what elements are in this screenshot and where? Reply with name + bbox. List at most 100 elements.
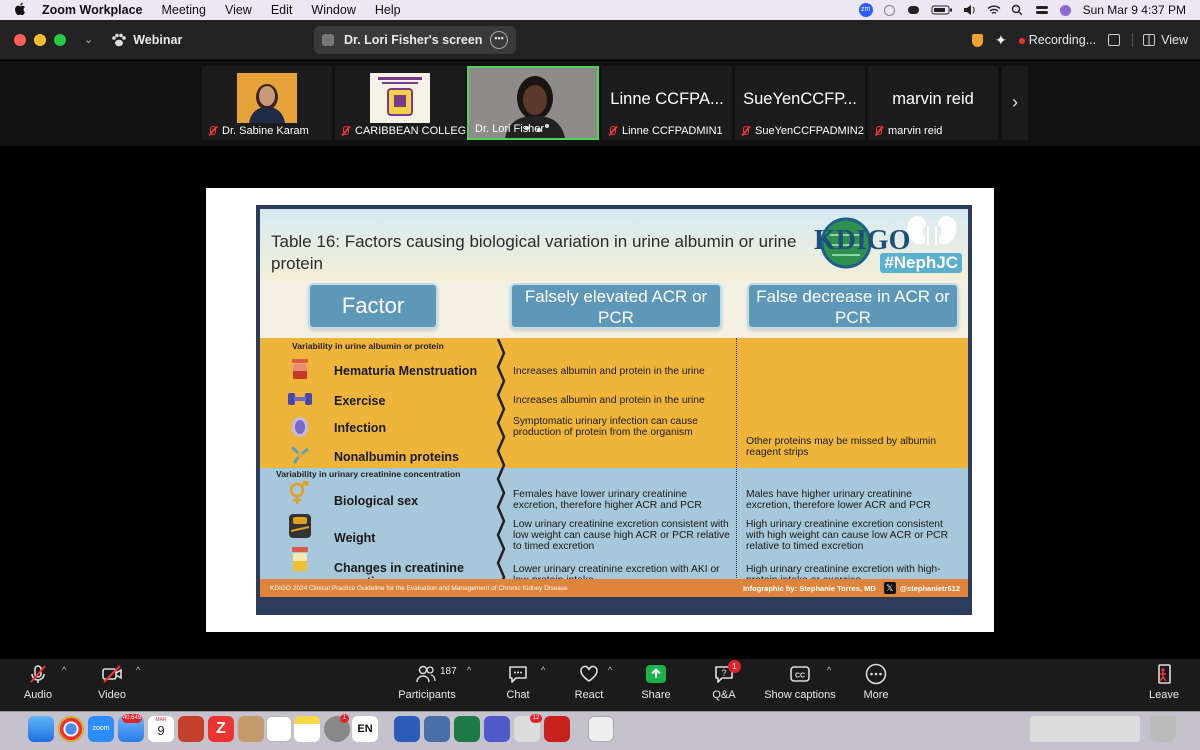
menu-help[interactable]: Help bbox=[375, 3, 401, 17]
video-options-chevron-icon[interactable]: ^ bbox=[136, 665, 140, 675]
notes-app-dock-icon[interactable] bbox=[238, 716, 264, 742]
language-input-dock-icon[interactable]: EN bbox=[352, 716, 378, 742]
audio-options-chevron-icon[interactable]: ^ bbox=[62, 665, 66, 675]
preview-dock-icon[interactable] bbox=[424, 716, 450, 742]
creative-cloud-icon[interactable] bbox=[907, 4, 921, 16]
more-button[interactable]: More bbox=[858, 659, 894, 711]
chat-options-chevron-icon[interactable]: ^ bbox=[541, 665, 545, 675]
recording-dot-icon bbox=[1018, 38, 1025, 44]
zoom-status-icon[interactable]: zm bbox=[858, 3, 873, 17]
factor-infection: Infection bbox=[334, 421, 387, 435]
wifi-icon[interactable] bbox=[987, 4, 1001, 16]
captions-options-chevron-icon[interactable]: ^ bbox=[827, 665, 831, 675]
participant-tile-caribbean-college[interactable]: CARIBBEAN COLLEG... bbox=[335, 66, 465, 140]
decrease-weight: High urinary creatinine excretion consis… bbox=[746, 519, 949, 552]
menubar-clock[interactable]: Sun Mar 9 4:37 PM bbox=[1083, 3, 1186, 17]
control-center-icon[interactable] bbox=[1035, 4, 1049, 16]
webinar-paw-icon bbox=[111, 33, 127, 47]
dumbbell-icon bbox=[288, 393, 312, 405]
next-participants-chevron-icon[interactable]: › bbox=[1002, 66, 1028, 140]
battery-icon[interactable] bbox=[931, 4, 953, 16]
menu-window[interactable]: Window bbox=[311, 3, 355, 17]
participant-name: CARIBBEAN COLLEG... bbox=[341, 125, 465, 137]
macos-dock: zoom 40,649 MAR 9 Z 1 EN 12 bbox=[0, 711, 1200, 750]
leave-button[interactable]: Leave bbox=[1146, 659, 1182, 711]
participant-tile-sabine[interactable]: Dr. Sabine Karam bbox=[202, 66, 332, 140]
urine-cup-yellow-icon bbox=[292, 547, 308, 571]
participants-count: 187 bbox=[440, 666, 457, 677]
trash-dock-icon[interactable] bbox=[1150, 716, 1176, 742]
shared-screen-pill[interactable]: Dr. Lori Fisher's screen ••• bbox=[314, 26, 516, 54]
pdf-document-dock-icon[interactable] bbox=[588, 716, 614, 742]
infographic-body: Table 16: Factors causing biological var… bbox=[260, 209, 968, 597]
chat-button[interactable]: Chat bbox=[500, 659, 536, 711]
teams-dock-icon[interactable] bbox=[484, 716, 510, 742]
siri-icon[interactable] bbox=[1059, 4, 1073, 16]
participant-name: Linne CCFPADMIN1 bbox=[608, 125, 723, 137]
word-dock-icon[interactable] bbox=[394, 716, 420, 742]
video-off-icon bbox=[102, 665, 122, 683]
protein-molecule-icon bbox=[290, 445, 309, 464]
share-label: Share bbox=[641, 689, 671, 701]
ai-companion-sparkle-icon[interactable]: ✦ bbox=[995, 32, 1007, 49]
recording-indicator[interactable]: Recording... bbox=[1018, 33, 1097, 47]
chevron-down-icon[interactable]: ⌄ bbox=[84, 33, 93, 46]
zoom-title-bar: ⌄ Webinar Dr. Lori Fisher's screen ••• ✦… bbox=[0, 20, 1200, 60]
leave-door-icon bbox=[1158, 664, 1171, 684]
share-screen-icon bbox=[646, 665, 666, 683]
participant-tile-sueyen[interactable]: SueYenCCFP... SueYenCCFPADMIN2 bbox=[735, 66, 865, 140]
menu-meeting[interactable]: Meeting bbox=[161, 3, 205, 17]
bacteria-icon bbox=[292, 417, 308, 437]
zotero-dock-icon[interactable]: Z bbox=[208, 716, 234, 742]
audio-button[interactable]: Audio bbox=[18, 659, 58, 711]
apple-icon[interactable] bbox=[12, 2, 28, 19]
video-button[interactable]: Video bbox=[94, 659, 130, 711]
participants-options-chevron-icon[interactable]: ^ bbox=[467, 665, 471, 675]
acrobat-dock-icon[interactable] bbox=[544, 716, 570, 742]
infographic-title: Table 16: Factors causing biological var… bbox=[271, 232, 797, 273]
recording-label: Recording... bbox=[1028, 33, 1097, 47]
menu-app-name[interactable]: Zoom Workplace bbox=[42, 3, 142, 17]
reminders-dock-icon[interactable] bbox=[266, 716, 292, 742]
qa-button[interactable]: ? 1 Q&A bbox=[706, 659, 742, 711]
calendar-day: 9 bbox=[157, 723, 165, 738]
footer-handle: @stephanietr612 bbox=[899, 583, 960, 593]
calendar-dock-icon[interactable]: MAR 9 bbox=[148, 716, 174, 742]
spotlight-search-icon[interactable] bbox=[1011, 4, 1025, 16]
react-options-chevron-icon[interactable]: ^ bbox=[608, 665, 612, 675]
participants-icon bbox=[416, 665, 436, 683]
react-label: React bbox=[574, 689, 604, 701]
fullscreen-window-button[interactable] bbox=[54, 33, 66, 46]
webinar-label: Webinar bbox=[133, 32, 183, 47]
column-divider bbox=[736, 338, 737, 592]
chrome-dock-icon[interactable] bbox=[58, 716, 84, 742]
share-button[interactable]: Share bbox=[638, 659, 674, 711]
volume-icon[interactable] bbox=[963, 4, 977, 16]
more-options-icon[interactable]: ••• bbox=[490, 31, 508, 49]
close-window-button[interactable] bbox=[14, 33, 26, 46]
minimized-windows-dock-icon[interactable] bbox=[1030, 716, 1140, 742]
participant-name: SueYenCCFPADMIN2 bbox=[741, 125, 864, 137]
powerpoint-dock-icon[interactable] bbox=[178, 716, 204, 742]
minimize-window-button[interactable] bbox=[34, 33, 46, 46]
excel-dock-icon[interactable] bbox=[454, 716, 480, 742]
react-button[interactable]: React bbox=[570, 659, 608, 711]
svg-text:CC: CC bbox=[795, 673, 805, 680]
participant-tile-linne[interactable]: Linne CCFPA... Linne CCFPADMIN1 bbox=[602, 66, 732, 140]
focus-moon-icon[interactable] bbox=[883, 4, 897, 17]
participant-tile-marvin[interactable]: marvin reid marvin reid bbox=[868, 66, 998, 140]
header-factor: Factor bbox=[308, 283, 438, 329]
gallery-grid-icon[interactable] bbox=[1108, 34, 1121, 46]
participants-button[interactable]: 187 Participants bbox=[392, 659, 462, 711]
security-shield-icon[interactable] bbox=[971, 33, 983, 47]
weight-scale-icon bbox=[289, 514, 311, 538]
zoom-dock-icon[interactable]: zoom bbox=[88, 716, 114, 742]
infographic-footer: KDIGO 2024 Clinical Practice Guideline f… bbox=[260, 579, 968, 597]
menu-edit[interactable]: Edit bbox=[271, 3, 293, 17]
finder-dock-icon[interactable] bbox=[28, 716, 54, 742]
participant-tile-lori-fisher-active[interactable]: Dr. Lori Fisher bbox=[467, 66, 599, 140]
view-button[interactable]: View bbox=[1132, 33, 1188, 47]
menu-view[interactable]: View bbox=[225, 3, 252, 17]
notes-dock-icon[interactable] bbox=[294, 716, 320, 742]
kdigo-infographic: Table 16: Factors causing biological var… bbox=[256, 205, 972, 615]
